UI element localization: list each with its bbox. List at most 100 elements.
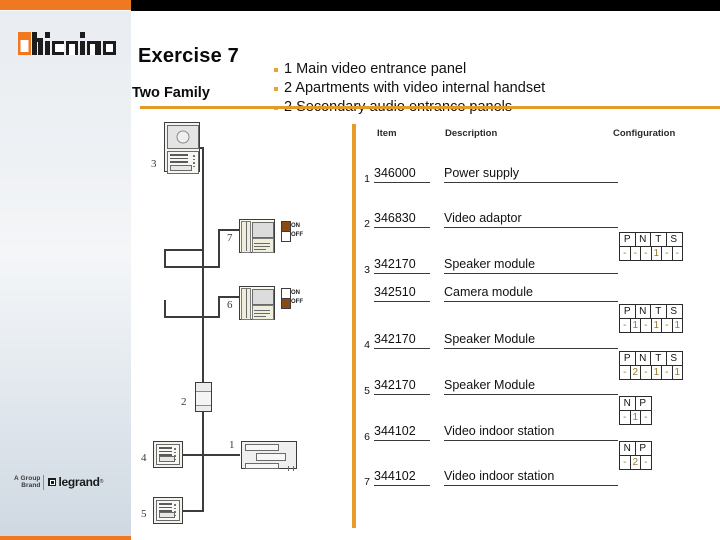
config-value: - — [620, 456, 631, 469]
config-values: - - - 1 - - — [620, 247, 682, 260]
legrand-wordmark: legrand — [58, 475, 100, 489]
config-header-p: P — [639, 443, 647, 454]
main-video-entrance-panel — [164, 122, 200, 174]
audio-panel-face — [156, 500, 180, 521]
row-number: 5 — [364, 385, 370, 397]
switch-on-indicator — [282, 289, 290, 299]
column-header-item: Item — [377, 128, 397, 139]
video-adaptor-module — [195, 382, 212, 412]
config-header-s: S — [670, 353, 678, 364]
diagram-label-audio-panel-lower: 5 — [141, 508, 147, 520]
speaker-module-icon — [167, 151, 199, 174]
left-sidebar: A Group Brand legrand ® — [0, 11, 131, 540]
config-value: 1 — [652, 319, 662, 332]
column-header-description: Description — [445, 128, 498, 139]
config-value: 1 — [631, 319, 641, 332]
legrand-footer-brand: A Group Brand legrand ® — [14, 471, 126, 493]
a-group-brand-text: A Group Brand — [14, 474, 45, 490]
bus-line-to-handset-bottom — [164, 316, 218, 318]
slide-header: Exercise 7 Two Family 1 Main video entra… — [131, 11, 720, 115]
bus-line-to-audio-panel-upper — [181, 454, 203, 456]
config-header-p: P — [639, 398, 647, 409]
config-header-t: T — [651, 352, 667, 365]
handset-screen — [252, 289, 274, 305]
cell-item-code: 346000 — [374, 166, 430, 183]
row-number: 1 — [364, 173, 370, 185]
bus-line-handset-bottom-riser — [218, 296, 220, 318]
audio-entrance-panel-4 — [153, 441, 183, 468]
bus-line-vertical-main — [202, 148, 204, 407]
config-header-p: P — [620, 233, 636, 246]
bus-line-to-handset-top — [164, 266, 218, 268]
config-box-row-7: N P - 2 - — [619, 441, 652, 470]
cell-item-code: 342510 — [374, 285, 430, 302]
config-values: - 2 - — [620, 456, 651, 469]
config-headers: P N T S — [620, 352, 682, 366]
switch-off-indicator — [282, 299, 290, 308]
table-row: 6 344102 Video indoor station — [356, 422, 720, 446]
config-value: 2 — [631, 456, 641, 469]
config-header-n: N — [636, 305, 651, 318]
list-item: 1 Main video entrance panel — [274, 60, 545, 79]
config-value: - — [620, 319, 631, 332]
diagram-label-audio-panel-upper: 4 — [141, 452, 147, 464]
audio-entrance-panel-5 — [153, 497, 183, 524]
cell-item-code: 344102 — [374, 469, 430, 486]
config-value: - — [641, 319, 652, 332]
row-number: 4 — [364, 339, 370, 351]
bullet-square-icon — [274, 68, 278, 72]
config-header-n: N — [620, 442, 636, 455]
config-value: - — [620, 411, 631, 424]
config-value: - — [620, 366, 631, 379]
config-header-n: N — [636, 352, 651, 365]
cell-description: Power supply — [444, 166, 618, 183]
diagram-label-entrance-panel: 3 — [151, 158, 157, 170]
switch-label-off: OFF — [291, 299, 303, 305]
config-value: 1 — [652, 366, 662, 379]
bticino-logo — [18, 31, 118, 57]
bullet-text: 1 Main video entrance panel — [284, 61, 467, 77]
bus-line-to-audio-panel-lower — [181, 510, 203, 512]
cell-description: Video adaptor — [444, 211, 618, 228]
power-supply-unit — [241, 441, 297, 471]
audio-panel-face — [156, 444, 180, 465]
cell-item-code: 346830 — [374, 211, 430, 228]
config-header-n: N — [620, 397, 636, 410]
config-box-row-5: P N T S - 2 - 1 - 1 — [619, 351, 683, 380]
config-headers: N P — [620, 442, 651, 456]
bullet-square-icon — [274, 87, 278, 91]
config-value: - — [662, 366, 673, 379]
config-header-s: S — [670, 234, 678, 245]
top-bar-orange — [0, 0, 131, 10]
row-number: 6 — [364, 431, 370, 443]
bullet-text: 2 Apartments with video internal handset — [284, 80, 546, 96]
column-header-configuration: Configuration — [613, 128, 676, 139]
bus-line-handset-top-riser — [218, 229, 220, 268]
switch-label-on: ON — [291, 223, 300, 229]
dip-switch-handset-bottom — [281, 288, 291, 309]
speaker-grille-icon — [159, 456, 175, 462]
config-value: 1 — [631, 411, 641, 424]
cell-description: Speaker Module — [444, 332, 618, 349]
legrand-square-icon — [48, 478, 57, 486]
nameplate-lines — [170, 154, 188, 165]
config-headers: P N T S — [620, 233, 682, 247]
config-header-s: S — [670, 306, 678, 317]
a-group-line2: Brand — [21, 482, 41, 489]
config-box-row-3: P N T S - - - 1 - - — [619, 232, 683, 261]
page-subtitle: Two Family — [132, 85, 210, 101]
video-indoor-station-7 — [239, 219, 275, 253]
table-row: 2 346830 Video adaptor — [356, 209, 720, 233]
registered-mark: ® — [99, 479, 104, 485]
switch-off-indicator — [282, 232, 290, 241]
row-number: 7 — [364, 476, 370, 488]
speaker-grille-icon — [159, 512, 175, 518]
config-header-p: P — [620, 352, 636, 365]
slide-canvas: A Group Brand legrand ® Exercise 7 Two F… — [0, 0, 720, 540]
config-value: - — [641, 247, 652, 260]
config-values: - 1 - 1 - 1 — [620, 319, 682, 332]
bus-line-handset-bottom-feed — [218, 296, 239, 298]
diagram-label-power-supply: 1 — [229, 439, 235, 451]
config-value: - — [641, 366, 652, 379]
cell-item-code: 342170 — [374, 332, 430, 349]
